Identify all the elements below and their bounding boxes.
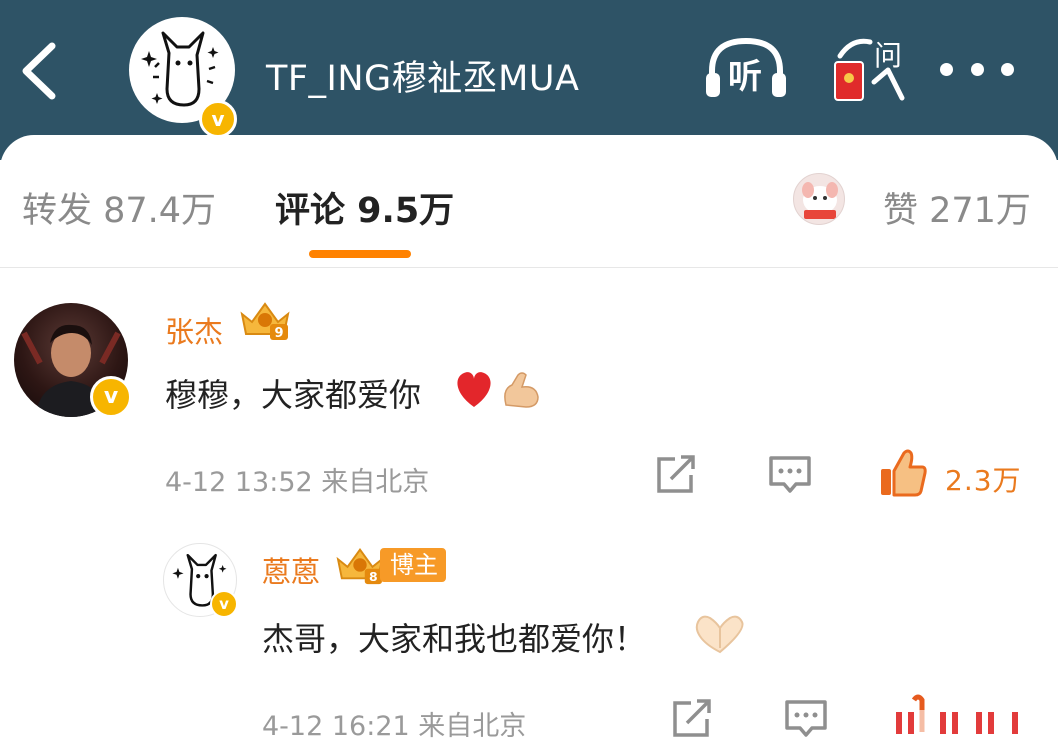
more-options-icon[interactable] — [940, 56, 1014, 82]
active-tab-indicator — [309, 250, 411, 258]
reply-user-name[interactable]: 蒽蒽 — [262, 549, 320, 591]
reply-text: 杰哥，大家和我也都爱你！ — [262, 620, 647, 658]
blogger-avatar[interactable]: v — [129, 17, 237, 138]
tab-repost[interactable]: 转发 87.4万 — [22, 182, 216, 233]
like-count: 2.3万 — [945, 464, 1022, 497]
listen-label: 听 — [728, 57, 762, 97]
ask-label: 问 — [874, 39, 903, 72]
reply-meta: 4-12 16:21 来自北京 — [262, 711, 527, 742]
blogger-badge: 博主 — [380, 548, 446, 582]
tab-comment[interactable]: 评论 9.5万 — [275, 182, 454, 233]
crown-level-badge-icon: 9 — [240, 302, 290, 341]
blogger-name[interactable]: TF_ING穆祉丞MUA — [266, 50, 579, 101]
verified-badge-icon: v — [90, 376, 132, 418]
ask-button[interactable]: 问 — [830, 34, 908, 104]
commenter-avatar[interactable]: v — [14, 303, 132, 418]
heart-muscle-emoji-icon — [457, 372, 539, 408]
commenter-name[interactable]: 张杰 — [165, 309, 223, 351]
tab-bar: 转发 87.4万 评论 9.5万 赞 271万 — [0, 135, 1058, 268]
reply-comment-icon[interactable] — [784, 699, 828, 739]
back-arrow-icon[interactable] — [14, 40, 64, 102]
crown-level-badge-icon: 8 — [336, 548, 384, 584]
puppy-sticker-icon — [802, 182, 838, 219]
share-icon[interactable] — [671, 699, 713, 739]
liked-thumbs-up-icon[interactable] — [878, 449, 928, 497]
reply-avatar[interactable]: v — [163, 543, 238, 618]
verified-badge-icon: v — [199, 100, 237, 138]
svg-text:9: 9 — [274, 326, 283, 341]
comment-meta: 4-12 13:52 来自北京 — [165, 467, 430, 498]
svg-text:8: 8 — [369, 569, 378, 584]
listen-button[interactable]: 听 — [704, 35, 788, 101]
reply-comment-icon[interactable] — [768, 455, 812, 495]
tab-like[interactable]: 赞 271万 — [883, 182, 1031, 233]
like-sticker-avatar[interactable] — [793, 173, 845, 225]
share-icon[interactable] — [655, 455, 697, 495]
verified-badge-icon: v — [210, 590, 238, 618]
watermark-thumbs-icon — [884, 694, 1034, 736]
comment-text: 穆穆，大家都爱你 — [165, 376, 422, 414]
heart-hands-emoji-icon — [695, 615, 744, 654]
